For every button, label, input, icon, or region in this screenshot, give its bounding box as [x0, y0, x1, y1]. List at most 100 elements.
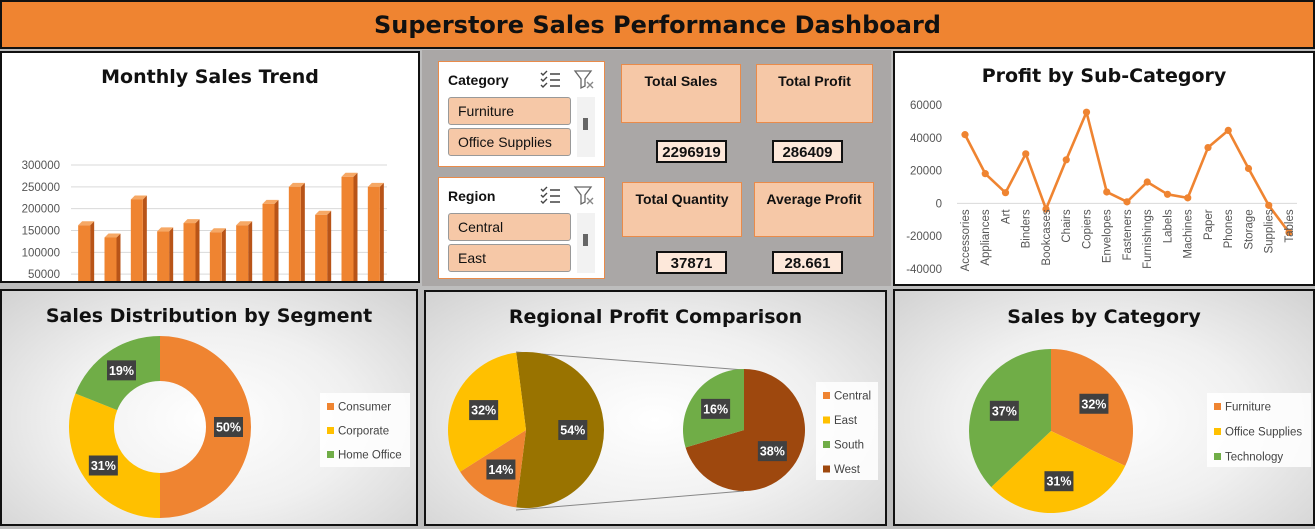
point-envelopes	[1103, 188, 1111, 196]
legend-swatch-south	[823, 441, 830, 448]
point-fasteners	[1123, 198, 1131, 206]
point-storage	[1244, 164, 1253, 173]
y-tick-label: 40000	[910, 133, 942, 145]
clear-filter-icon[interactable]	[572, 68, 596, 90]
category-slicer-scrollbar[interactable]	[577, 97, 595, 157]
bar-mar	[130, 199, 143, 281]
legend-swatch-technology	[1214, 453, 1221, 460]
point-copiers	[1082, 108, 1091, 116]
bar-side	[327, 210, 332, 281]
legend-label-central: Central	[834, 391, 871, 403]
x-tick-label: Supplies	[1264, 209, 1276, 253]
total-profit-card: Total Profit	[756, 64, 873, 123]
data-label: 32%	[1081, 397, 1106, 411]
bar-side	[379, 182, 384, 281]
point-supplies	[1265, 201, 1273, 209]
slicer-item-central[interactable]: Central	[448, 213, 571, 241]
y-tick-label: 200000	[22, 204, 60, 216]
point-paper	[1204, 143, 1212, 152]
region-panel: Regional Profit Comparison 54% 14% 32% 38% 1…	[424, 290, 887, 526]
bar-side	[300, 182, 305, 281]
segment-panel: Sales Distribution by Segment 50% 31% 19% C…	[0, 289, 418, 526]
total-sales-label: Total Sales	[644, 73, 718, 89]
y-tick-label: 20000	[910, 166, 942, 178]
bar-sep	[288, 186, 301, 281]
slicer-item-office-supplies[interactable]: Office Supplies	[448, 128, 571, 156]
x-tick-label: Storage	[1244, 209, 1256, 249]
bar-side	[116, 233, 121, 281]
subcategory-profit-panel: Profit by Sub-Category -40000 -20000 0 2000…	[893, 51, 1315, 286]
monthly-sales-panel: Monthly Sales Trend 05000010000015000020…	[0, 51, 420, 283]
average-profit-value: 28.661	[772, 251, 843, 274]
point-accessories	[961, 131, 969, 139]
point-machines	[1184, 194, 1192, 202]
region-chart: 54% 14% 32% 38% 16% Central East South West	[448, 351, 878, 511]
bar-apr	[157, 231, 170, 281]
slicer-item-furniture[interactable]: Furniture	[448, 97, 571, 125]
x-tick-label: Copiers	[1082, 209, 1094, 249]
x-tick-label: Phones	[1223, 209, 1235, 248]
data-label: 38%	[760, 445, 785, 459]
data-label: 31%	[1046, 475, 1071, 489]
y-tick-label: 150000	[22, 226, 60, 238]
legend-label-furniture: Furniture	[1225, 402, 1271, 414]
y-tick-label: 300000	[22, 160, 60, 172]
bar-side	[248, 221, 253, 281]
scrollbar-thumb[interactable]	[583, 118, 588, 130]
scrollbar-thumb[interactable]	[583, 234, 588, 246]
y-tick-label: 250000	[22, 182, 60, 194]
bar-side	[353, 172, 358, 281]
total-profit-label: Total Profit	[778, 73, 851, 89]
data-label: 19%	[109, 364, 134, 378]
clear-filter-icon[interactable]	[572, 184, 596, 206]
point-binders	[1022, 150, 1030, 158]
legend-label-west: West	[834, 464, 861, 476]
x-tick-label: Fasteners	[1122, 209, 1134, 260]
data-label: 14%	[488, 463, 513, 477]
average-profit-label: Average Profit	[766, 191, 862, 207]
y-tick-label: 100000	[22, 247, 60, 259]
total-sales-card: Total Sales	[621, 64, 741, 123]
point-phones	[1224, 126, 1232, 134]
region-slicer-scrollbar[interactable]	[577, 213, 595, 273]
bar-jun	[209, 232, 222, 281]
x-tick-label: Paper	[1203, 209, 1215, 240]
x-tick-label: Accessories	[960, 209, 972, 271]
point-appliances	[981, 170, 989, 178]
legend-label-south: South	[834, 440, 864, 452]
total-sales-value: 2296919	[656, 140, 727, 163]
multi-select-icon[interactable]	[538, 184, 562, 206]
legend-label-office-supplies: Office Supplies	[1225, 427, 1302, 439]
bar-side	[142, 195, 147, 281]
legend-label-consumer: Consumer	[338, 402, 391, 414]
legend-label-home-office: Home Office	[338, 450, 402, 462]
legend-swatch-consumer	[327, 403, 334, 410]
x-tick-label: Chairs	[1061, 209, 1073, 242]
bar-side	[90, 221, 95, 281]
x-tick-label: Envelopes	[1102, 209, 1114, 263]
bar-side	[221, 228, 226, 281]
slicer-item-east[interactable]: East	[448, 244, 571, 272]
bar-side	[195, 219, 200, 281]
legend-swatch-central	[823, 392, 830, 399]
data-label: 32%	[471, 404, 496, 418]
bar-side	[274, 199, 279, 281]
category-slicer[interactable]: Category Furniture Office Supplies	[438, 61, 605, 167]
data-label: 50%	[216, 421, 241, 435]
y-tick-label: 0	[936, 198, 942, 210]
category-chart: 32% 31% 37% Furniture Office Supplies Technol…	[969, 349, 1311, 513]
bar-jan	[78, 225, 91, 281]
x-tick-label: Appliances	[980, 209, 992, 266]
point-art	[1001, 189, 1010, 197]
x-tick-label: Labels	[1163, 209, 1175, 243]
x-tick-label: Bookcases	[1041, 209, 1053, 266]
point-furnishings	[1143, 178, 1151, 186]
bar-jul	[236, 225, 249, 281]
monthly-sales-chart: 050000100000150000200000250000300000JanF…	[22, 160, 387, 281]
x-tick-label: Art	[1001, 209, 1013, 225]
multi-select-icon[interactable]	[538, 68, 562, 90]
bar-side	[169, 227, 174, 281]
segment-chart: 50% 31% 19% Consumer Corporate Home Office	[68, 336, 410, 518]
data-label: 37%	[992, 404, 1017, 418]
region-slicer[interactable]: Region Central East	[438, 177, 605, 279]
